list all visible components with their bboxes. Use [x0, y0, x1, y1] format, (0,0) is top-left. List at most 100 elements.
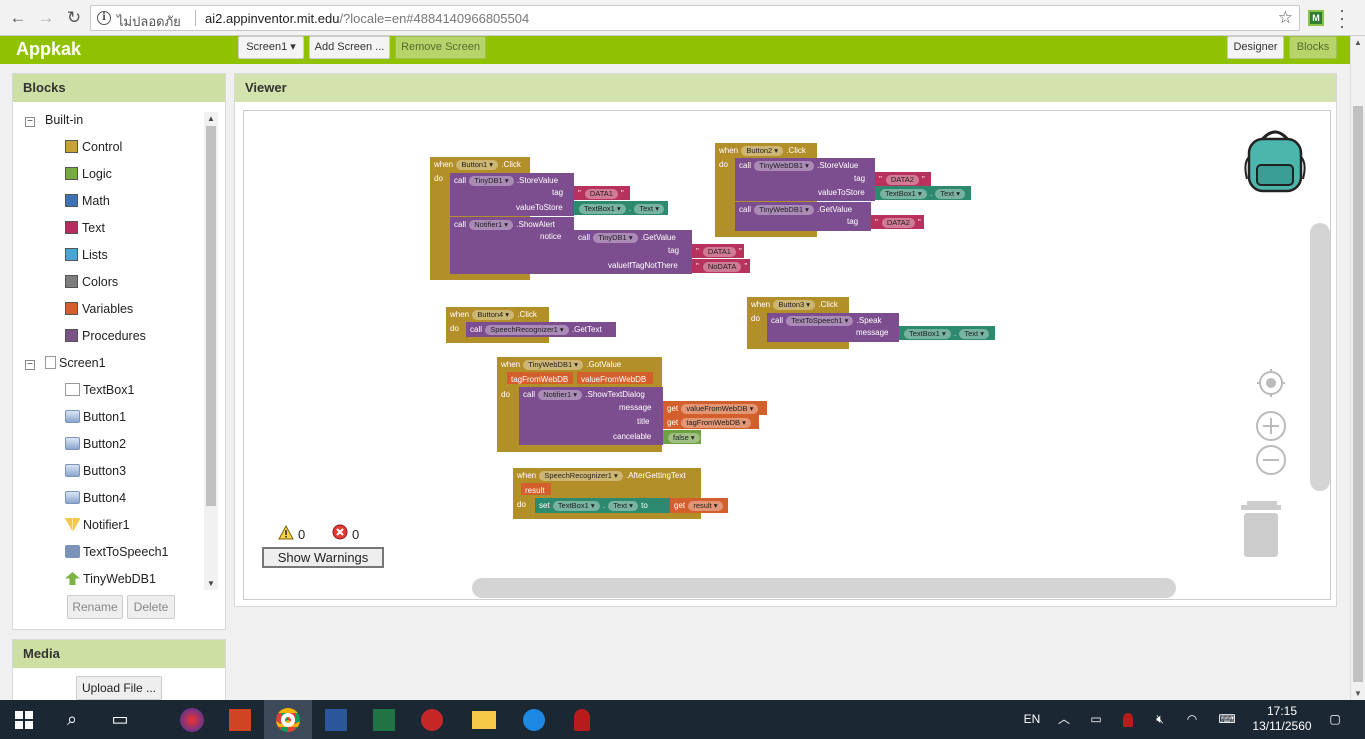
- page-scrollbar[interactable]: ▲ ▼: [1350, 36, 1365, 700]
- block-dropdown[interactable]: SpeechRecognizer1 ▾: [539, 471, 623, 481]
- workspace-vertical-scrollbar[interactable]: [1310, 223, 1330, 491]
- backpack-icon[interactable]: [1241, 123, 1309, 195]
- event-do-slot[interactable]: do: [497, 387, 519, 452]
- param-tagfromwebdb[interactable]: tagFromWebDB: [507, 372, 573, 384]
- battery-icon[interactable]: ▭: [1084, 700, 1108, 739]
- block-dropdown[interactable]: TinyDB1 ▾: [469, 176, 514, 186]
- block-dropdown[interactable]: TinyWebDB1 ▾: [754, 161, 814, 171]
- block-dropdown[interactable]: Notifier1 ▾: [538, 390, 583, 400]
- upload-file-button[interactable]: Upload File ...: [76, 676, 162, 700]
- param-valuetostore[interactable]: valueToStore: [818, 187, 865, 199]
- block-dropdown[interactable]: TextBox1 ▾: [880, 189, 927, 199]
- excel-icon[interactable]: [360, 700, 408, 739]
- param-message[interactable]: message: [619, 402, 651, 414]
- chrome-icon[interactable]: [264, 700, 312, 739]
- scroll-up-icon[interactable]: ▲: [207, 114, 215, 123]
- get-textbox1-text[interactable]: TextBox1 ▾ . Text ▾: [875, 186, 971, 200]
- call-speechrecognizer1-gettext[interactable]: call SpeechRecognizer1 ▾ .GetText: [466, 322, 616, 337]
- get-valuefromwebdb[interactable]: get valueFromWebDB ▾: [663, 401, 767, 415]
- tree-component-texttospeech1[interactable]: TextToSpeech1: [65, 541, 168, 563]
- block-dropdown[interactable]: SpeechRecognizer1 ▾: [485, 325, 569, 335]
- block-dropdown[interactable]: TextBox1 ▾: [904, 329, 951, 339]
- rename-button[interactable]: Rename: [67, 595, 123, 619]
- block-dropdown[interactable]: Button2 ▾: [741, 146, 784, 156]
- param-tag[interactable]: tag: [668, 245, 679, 257]
- text-nodata[interactable]: " NoDATA ": [692, 259, 750, 273]
- event-do-slot[interactable]: do: [446, 321, 466, 343]
- block-dropdown[interactable]: result ▾: [688, 501, 723, 511]
- tree-builtin-math[interactable]: Math: [65, 190, 110, 212]
- block-dropdown[interactable]: TinyWebDB1 ▾: [523, 360, 583, 370]
- param-title[interactable]: title: [637, 416, 649, 428]
- collapse-icon[interactable]: −: [25, 360, 35, 370]
- tree-component-button3[interactable]: Button3: [65, 460, 126, 482]
- app-icon-2[interactable]: [408, 700, 456, 739]
- page-scrollbar-thumb[interactable]: [1353, 106, 1363, 682]
- block-dropdown[interactable]: TextBox1 ▾: [579, 204, 626, 214]
- tree-builtin-text[interactable]: Text: [65, 217, 105, 239]
- url-text[interactable]: ai2.appinventor.mit.edu/?locale=en#48841…: [205, 11, 529, 26]
- tree-builtin-procedures[interactable]: Procedures: [65, 325, 146, 347]
- file-explorer-icon[interactable]: [460, 700, 508, 739]
- text-literal[interactable]: DATA2: [885, 175, 919, 185]
- bookmark-star-icon[interactable]: ☆: [1278, 8, 1293, 28]
- back-icon[interactable]: ←: [8, 8, 28, 28]
- tree-builtin-variables[interactable]: Variables: [65, 298, 133, 320]
- tree-builtin[interactable]: − Built-in: [25, 109, 83, 131]
- param-tag[interactable]: tag: [854, 173, 865, 185]
- zoom-in-icon[interactable]: [1256, 411, 1286, 441]
- tree-builtin-lists[interactable]: Lists: [65, 244, 108, 266]
- get-tagfromwebdb[interactable]: get tagFromWebDB ▾: [663, 415, 759, 429]
- tree-builtin-control[interactable]: Control: [65, 136, 122, 158]
- event-do-slot[interactable]: do: [513, 497, 535, 519]
- param-valueiftagnotthere[interactable]: valueIfTagNotThere: [608, 260, 678, 272]
- get-result[interactable]: get result ▾: [670, 498, 728, 513]
- reload-icon[interactable]: ↻: [64, 8, 84, 28]
- get-textbox1-text[interactable]: TextBox1 ▾ . Text ▾: [899, 326, 995, 340]
- collapse-icon[interactable]: −: [25, 117, 35, 127]
- block-dropdown[interactable]: Text ▾: [959, 329, 990, 339]
- tree-builtin-colors[interactable]: Colors: [65, 271, 118, 293]
- text-data2[interactable]: " DATA2 ": [875, 172, 931, 186]
- scroll-down-icon[interactable]: ▼: [1354, 689, 1362, 698]
- language-indicator[interactable]: EN: [1018, 700, 1046, 739]
- tree-component-textbox1[interactable]: TextBox1: [65, 379, 134, 401]
- tree-component-notifier1[interactable]: Notifier1: [65, 514, 130, 536]
- tray-app-icon[interactable]: [1116, 700, 1140, 739]
- text-literal[interactable]: DATA2: [881, 218, 915, 228]
- clock[interactable]: 17:15 13/11/2560: [1250, 700, 1314, 739]
- event-do-slot[interactable]: do: [747, 311, 767, 349]
- keyboard-icon[interactable]: ⌨: [1212, 700, 1242, 739]
- tree-component-tinywebdb1[interactable]: TinyWebDB1: [65, 568, 156, 590]
- text-data2[interactable]: " DATA2 ": [871, 215, 924, 229]
- blocks-tree-scrollbar[interactable]: ▲ ▼: [204, 112, 218, 590]
- word-icon[interactable]: [312, 700, 360, 739]
- block-dropdown[interactable]: Text ▾: [634, 204, 665, 214]
- text-data1[interactable]: " DATA1 ": [574, 186, 630, 200]
- param-cancelable[interactable]: cancelable: [613, 431, 651, 443]
- remove-screen-button[interactable]: Remove Screen: [395, 36, 486, 59]
- block-dropdown[interactable]: Text ▾: [935, 189, 966, 199]
- tree-component-button1[interactable]: Button1: [65, 406, 126, 428]
- event-do-slot[interactable]: do: [715, 157, 735, 237]
- param-message[interactable]: message: [856, 327, 888, 339]
- param-tag[interactable]: tag: [552, 187, 563, 199]
- info-icon[interactable]: i: [97, 11, 111, 25]
- block-dropdown[interactable]: TextToSpeech1 ▾: [786, 316, 854, 326]
- powerpoint-icon[interactable]: [216, 700, 264, 739]
- get-textbox1-text[interactable]: TextBox1 ▾ . Text ▾: [574, 201, 668, 215]
- chevron-up-icon[interactable]: ︿: [1052, 700, 1076, 739]
- mute-icon[interactable]: 🔇︎: [1148, 700, 1172, 739]
- app-icon-3[interactable]: [558, 700, 606, 739]
- call-notifier1-showalert[interactable]: call Notifier1 ▾ .ShowAlert: [450, 217, 574, 274]
- block-dropdown[interactable]: TextBox1 ▾: [552, 501, 600, 511]
- block-dropdown[interactable]: tagFromWebDB ▾: [681, 418, 751, 428]
- blocks-button[interactable]: Blocks: [1289, 36, 1337, 59]
- designer-button[interactable]: Designer: [1227, 36, 1284, 59]
- task-view-icon[interactable]: ▭: [96, 700, 144, 739]
- forward-icon[interactable]: →: [36, 8, 56, 28]
- wifi-icon[interactable]: ◠: [1180, 700, 1204, 739]
- block-dropdown[interactable]: valueFromWebDB ▾: [681, 404, 759, 414]
- edge-icon[interactable]: [510, 700, 558, 739]
- start-icon[interactable]: [0, 700, 48, 739]
